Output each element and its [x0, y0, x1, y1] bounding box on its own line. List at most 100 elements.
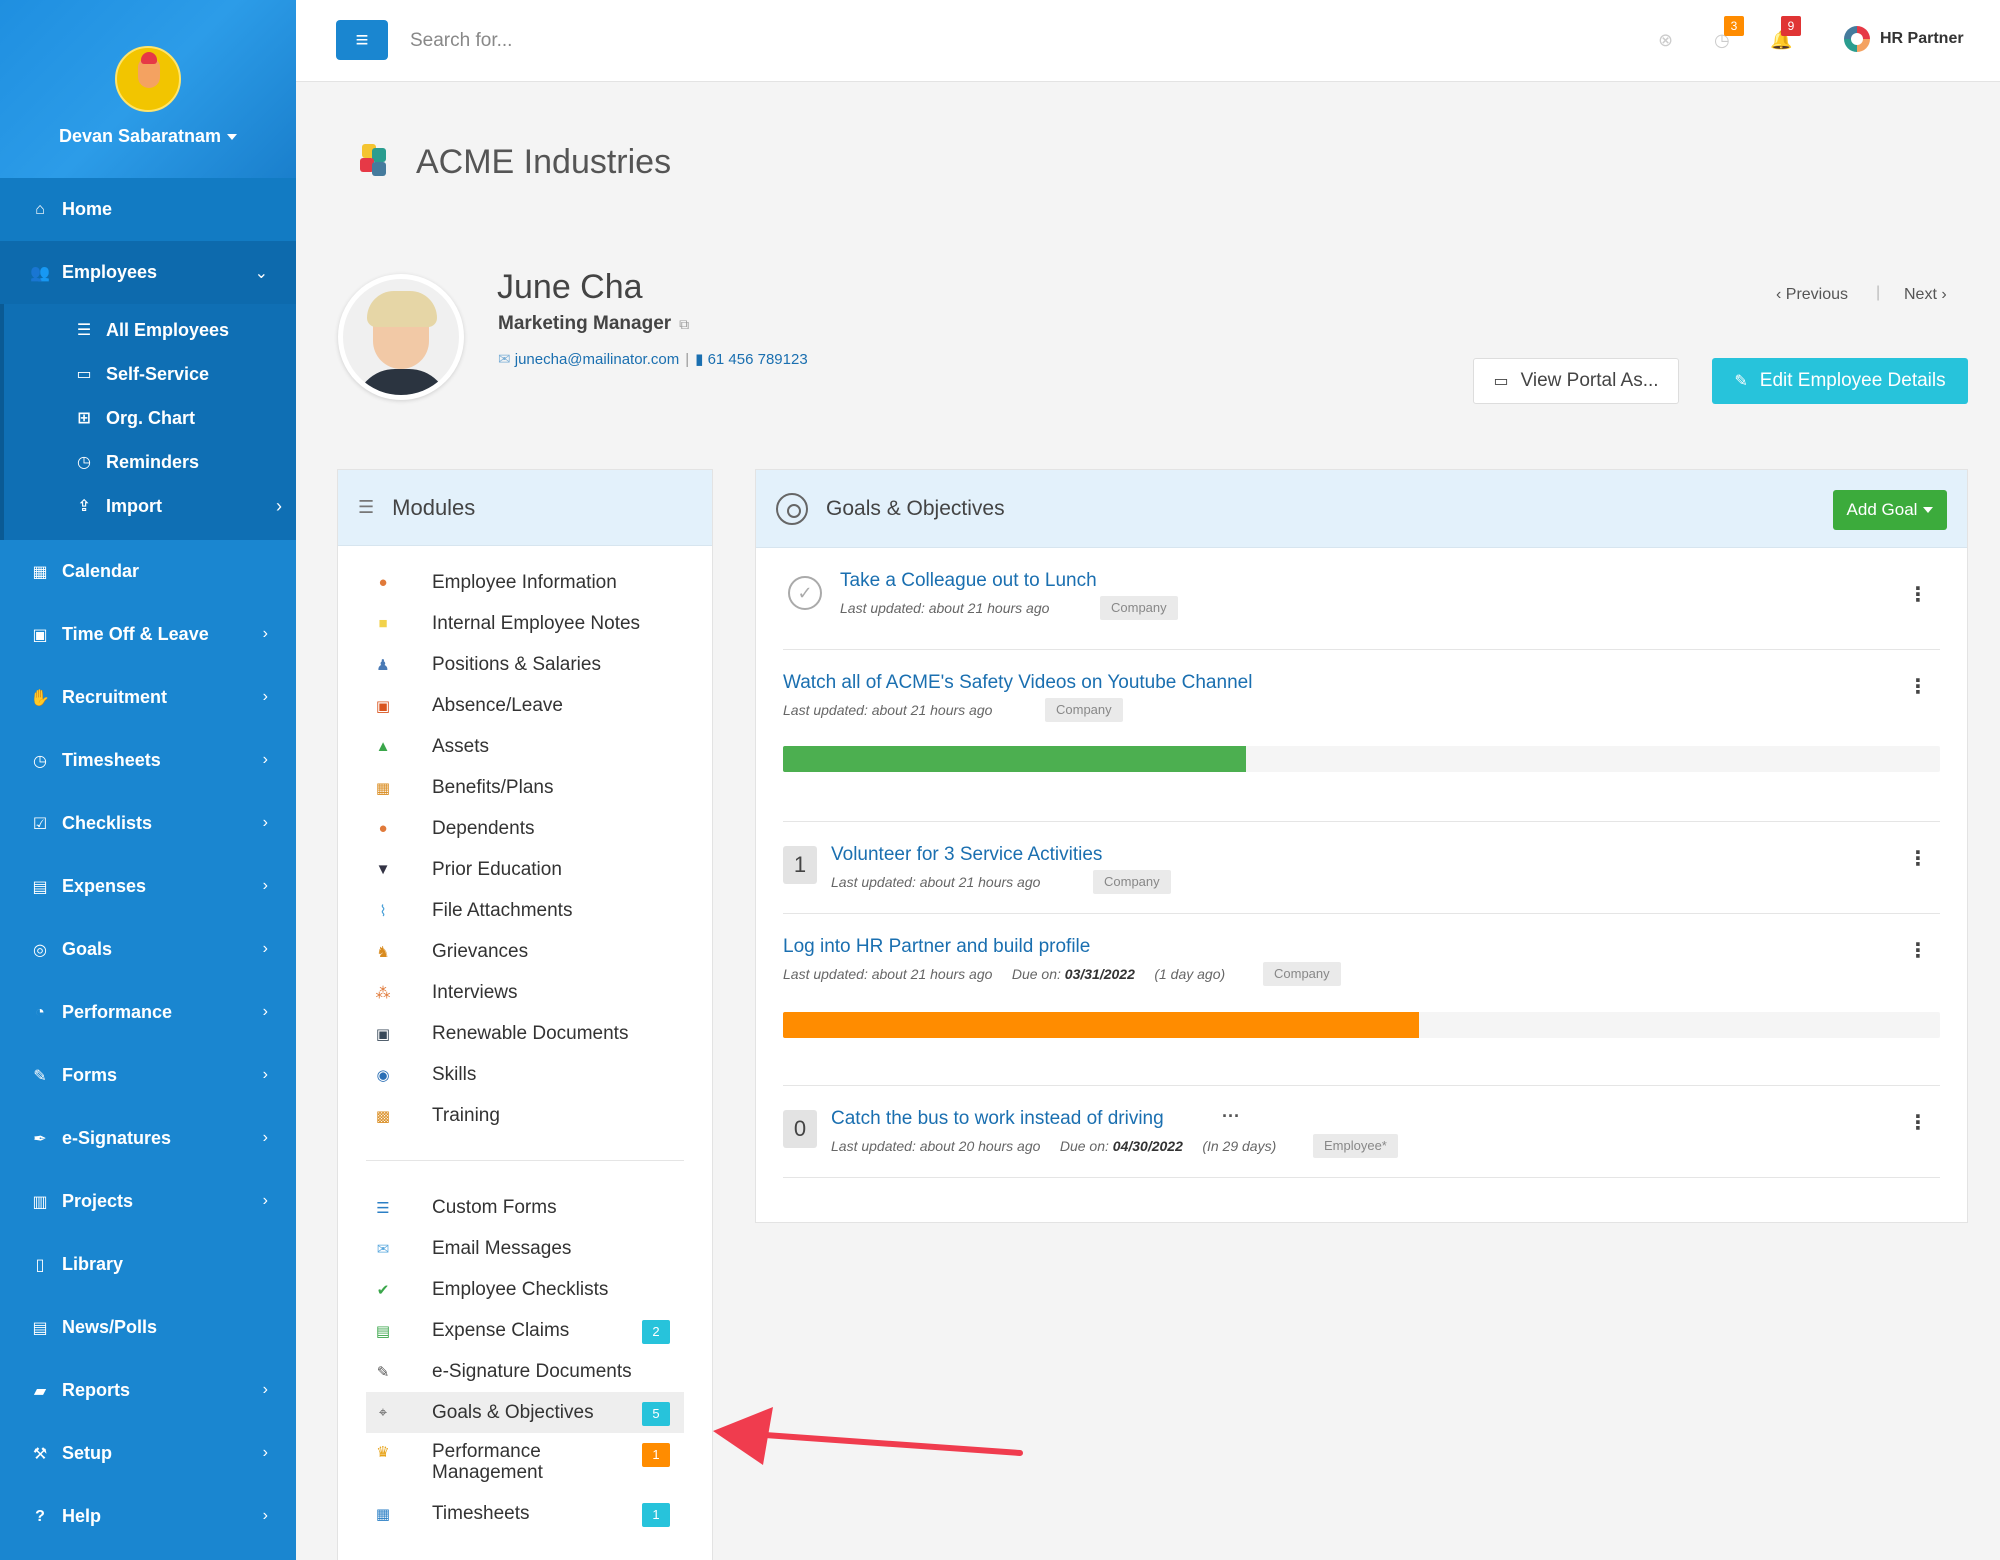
module-absence-leave[interactable]: ▣ Absence/Leave — [366, 685, 684, 726]
sidebar-item-all-employees[interactable]: ☰ All Employees — [4, 308, 296, 352]
separator: | — [685, 351, 690, 368]
pencil-icon: ✎ — [376, 1363, 390, 1381]
external-link-icon[interactable]: ⧉ — [679, 316, 689, 332]
goal-title[interactable]: Volunteer for 3 Service Activities — [831, 844, 1102, 866]
module-dependents[interactable]: ● Dependents — [366, 808, 684, 849]
sidebar-item-projects[interactable]: ▥ Projects › — [0, 1170, 296, 1233]
sidebar-item-import[interactable]: ⇪ Import › — [4, 484, 296, 528]
sidebar-item-reports[interactable]: ▰ Reports › — [0, 1359, 296, 1422]
module-goals-objectives[interactable]: ⌖ Goals & Objectives 5 — [366, 1392, 684, 1433]
more-vertical-icon[interactable]: ⋮ — [1908, 846, 1928, 871]
paperclip-icon: ⌇ — [379, 902, 387, 920]
module-e-signature-documents[interactable]: ✎ e-Signature Documents — [366, 1351, 684, 1392]
previous-link[interactable]: ‹ Previous — [1776, 286, 1848, 304]
caret-down-icon — [1923, 507, 1934, 513]
module-label: Grievances — [432, 940, 529, 962]
sidebar-item-timesheets[interactable]: ◷ Timesheets › — [0, 729, 296, 792]
more-vertical-icon[interactable]: ⋮ — [1908, 938, 1928, 963]
module-positions-salaries[interactable]: ♟ Positions & Salaries — [366, 644, 684, 685]
sidebar-item-label: Performance — [62, 1002, 173, 1022]
grievance-icon: ♞ — [376, 943, 390, 961]
search-input[interactable] — [410, 26, 810, 56]
module-email-messages[interactable]: ✉ Email Messages — [366, 1228, 684, 1269]
sidebar-item-label: Timesheets — [62, 750, 161, 770]
goal-tag: Employee* — [1313, 1134, 1398, 1158]
employee-name: June Cha — [497, 268, 643, 306]
module-label: Benefits/Plans — [432, 776, 554, 798]
module-benefits-plans[interactable]: ▦ Benefits/Plans — [366, 767, 684, 808]
employee-phone[interactable]: 61 456 789123 — [708, 351, 808, 368]
next-label: Next — [1904, 286, 1937, 303]
module-label: Goals & Objectives — [432, 1401, 594, 1423]
avatar[interactable] — [115, 46, 181, 112]
count-badge: 1 — [642, 1503, 670, 1527]
sidebar-item-time-off[interactable]: ▣ Time Off & Leave › — [0, 603, 296, 666]
sidebar-item-performance[interactable]: ◔ Performance › — [0, 981, 296, 1044]
more-vertical-icon[interactable]: ⋮ — [1908, 1110, 1928, 1135]
menu-toggle-button[interactable]: ≡ — [336, 20, 388, 60]
pen-icon: ✒ — [33, 1130, 47, 1148]
goal-title[interactable]: Log into HR Partner and build profile — [783, 936, 1090, 958]
sidebar-item-recruitment[interactable]: ✋ Recruitment › — [0, 666, 296, 729]
more-vertical-icon[interactable]: ⋮ — [1908, 582, 1928, 607]
sidebar-item-help[interactable]: ? Help › — [0, 1485, 296, 1548]
check-circle-icon: ✓ — [788, 576, 822, 610]
module-internal-notes[interactable]: ■ Internal Employee Notes — [366, 603, 684, 644]
person-icon: ♟ — [376, 656, 390, 674]
module-grievances[interactable]: ♞ Grievances — [366, 931, 684, 972]
module-assets[interactable]: ▲ Assets — [366, 726, 684, 767]
module-skills[interactable]: ◉ Skills — [366, 1054, 684, 1095]
chevron-right-icon: › — [262, 1129, 268, 1146]
goal-title[interactable]: Take a Colleague out to Lunch — [840, 570, 1097, 592]
module-expense-claims[interactable]: ▤ Expense Claims 2 — [366, 1310, 684, 1351]
employee-email[interactable]: junecha@mailinator.com — [515, 351, 679, 368]
goal-title[interactable]: Watch all of ACME's Safety Videos on You… — [783, 672, 1252, 694]
list-icon: ☰ — [76, 322, 92, 339]
module-file-attachments[interactable]: ⌇ File Attachments — [366, 890, 684, 931]
sidebar-item-calendar[interactable]: ▦ Calendar — [0, 540, 296, 603]
sidebar-item-news-polls[interactable]: ▤ News/Polls — [0, 1296, 296, 1359]
notifications-badge: 9 — [1781, 16, 1801, 36]
module-prior-education[interactable]: ▼ Prior Education — [366, 849, 684, 890]
brand[interactable]: HR Partner — [1844, 26, 1964, 52]
goal-due-date: 04/30/2022 — [1112, 1138, 1183, 1154]
add-goal-button[interactable]: Add Goal — [1833, 490, 1947, 530]
sidebar-item-org-chart[interactable]: ⊞ Org. Chart — [4, 396, 296, 440]
edit-employee-button[interactable]: ✎ Edit Employee Details — [1712, 358, 1968, 404]
brand-name: HR Partner — [1880, 30, 1964, 47]
sidebar-item-checklists[interactable]: ☑ Checklists › — [0, 792, 296, 855]
sidebar-item-library[interactable]: ▯ Library — [0, 1233, 296, 1296]
module-interviews[interactable]: ⁂ Interviews — [366, 972, 684, 1013]
sidebar-item-employees[interactable]: 👥 Employees ⌄ — [0, 241, 296, 304]
sticky-note-icon: ■ — [378, 615, 388, 632]
user-name: Devan Sabaratnam — [58, 126, 222, 146]
sidebar-item-expenses[interactable]: ▤ Expenses › — [0, 855, 296, 918]
next-link[interactable]: Next › — [1904, 286, 1947, 304]
money-icon: ▤ — [375, 1322, 391, 1340]
sidebar-item-setup[interactable]: ⚒ Setup › — [0, 1422, 296, 1485]
module-training[interactable]: ▩ Training — [366, 1095, 684, 1136]
sidebar-item-self-service[interactable]: ▭ Self-Service — [4, 352, 296, 396]
sidebar-item-e-signatures[interactable]: ✒ e-Signatures › — [0, 1107, 296, 1170]
employee-job-title: Marketing Manager ⧉ — [498, 313, 689, 335]
sidebar-item-goals[interactable]: ◎ Goals › — [0, 918, 296, 981]
module-employee-checklists[interactable]: ✔ Employee Checklists — [366, 1269, 684, 1310]
module-renewable-documents[interactable]: ▣ Renewable Documents — [366, 1013, 684, 1054]
module-timesheets[interactable]: ▦ Timesheets 1 — [366, 1493, 684, 1534]
sidebar-item-label: Projects — [62, 1191, 134, 1211]
user-menu[interactable]: Devan Sabaratnam — [0, 126, 296, 147]
view-portal-button[interactable]: ▭ View Portal As... — [1473, 358, 1679, 404]
sidebar-item-forms[interactable]: ✎ Forms › — [0, 1044, 296, 1107]
sidebar-item-label: Org. Chart — [106, 407, 196, 428]
module-performance-management[interactable]: ♛ Performance Management 1 — [366, 1433, 684, 1493]
goal-title[interactable]: Catch the bus to work instead of driving — [831, 1108, 1164, 1130]
module-employee-information[interactable]: ● Employee Information — [366, 562, 684, 603]
sidebar-item-home[interactable]: ⌂ Home — [0, 178, 296, 241]
ellipsis-icon[interactable]: ··· — [1222, 1106, 1240, 1127]
sidebar-item-reminders[interactable]: ◷ Reminders — [4, 440, 296, 484]
more-vertical-icon[interactable]: ⋮ — [1908, 674, 1928, 699]
user-profile[interactable]: Devan Sabaratnam — [0, 0, 296, 178]
chevron-right-icon: › — [262, 1003, 268, 1020]
close-circle-icon[interactable]: ⊗ — [1658, 30, 1673, 51]
module-custom-forms[interactable]: ☰ Custom Forms — [366, 1187, 684, 1228]
